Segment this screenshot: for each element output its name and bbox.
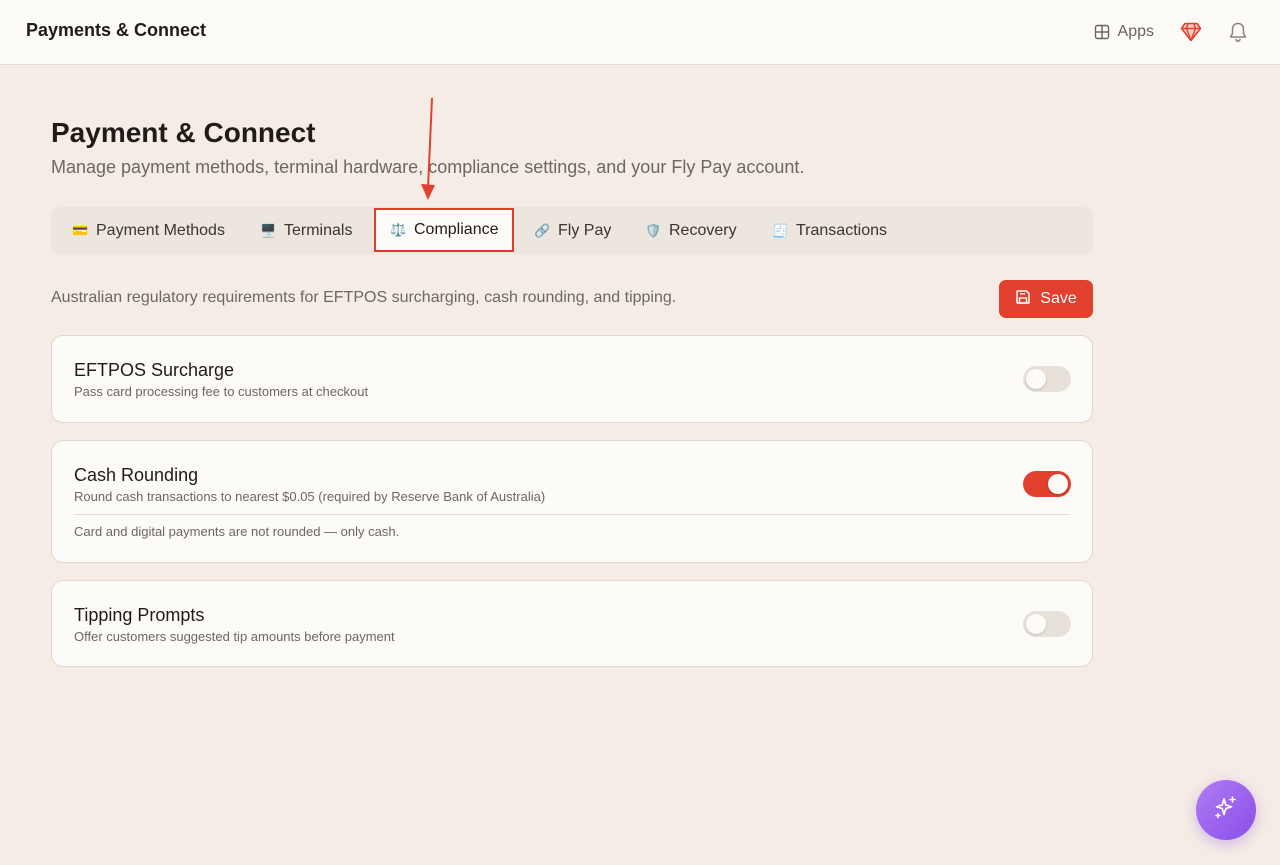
notifications-button[interactable] [1228,21,1248,43]
tab-label: Recovery [669,221,737,239]
tab-fly-pay[interactable]: 🔗 Fly Pay [534,207,611,254]
premium-button[interactable] [1180,22,1202,42]
setting-note: Card and digital payments are not rounde… [74,524,400,539]
cash-rounding-toggle[interactable] [1023,471,1071,497]
annotation-arrow [418,96,442,207]
setting-title: Cash Rounding [74,465,199,485]
toggle-knob [1026,369,1046,389]
ai-assistant-button[interactable] [1196,780,1256,840]
apps-label: Apps [1117,23,1154,40]
link-icon: 🔗 [534,222,551,238]
card-icon: 💳 [72,222,89,238]
setting-card-eftpos-surcharge: EFTPOS Surcharge Pass card processing fe… [51,335,1093,423]
scales-icon: ⚖️ [390,222,407,237]
tab-label: Fly Pay [558,221,612,239]
tab-label: Compliance [414,221,499,238]
bell-icon [1228,21,1248,43]
tab-label: Payment Methods [96,221,225,239]
setting-subtitle: Pass card processing fee to customers at… [74,384,369,399]
tab-label: Transactions [796,221,887,239]
save-button[interactable]: Save [999,280,1093,318]
page-title: Payment & Connect [51,117,316,148]
section-description: Australian regulatory requirements for E… [51,289,677,306]
setting-subtitle: Offer customers suggested tip amounts be… [74,629,395,644]
receipt-icon: 🧾 [772,222,789,238]
gem-icon [1180,22,1202,42]
app-title: Payments & Connect [26,20,207,40]
setting-card-cash-rounding: Cash Rounding Round cash transactions to… [51,440,1093,563]
top-bar: Payments & Connect Apps [0,0,1280,65]
card-divider [74,514,1070,515]
setting-title: EFTPOS Surcharge [74,360,235,380]
save-icon [1015,289,1031,310]
tab-label: Terminals [284,221,353,239]
tab-transactions[interactable]: 🧾 Transactions [772,207,887,254]
tab-payment-methods[interactable]: 💳 Payment Methods [72,207,225,254]
grid-icon [1094,24,1110,40]
eftpos-surcharge-toggle[interactable] [1023,366,1071,392]
tab-compliance[interactable]: ⚖️ Compliance [374,208,515,252]
tab-recovery[interactable]: 🛡️ Recovery [645,207,737,254]
shield-icon: 🛡️ [645,222,662,238]
tab-terminals[interactable]: 🖥️ Terminals [260,207,352,254]
setting-subtitle: Round cash transactions to nearest $0.05… [74,489,546,504]
apps-button[interactable]: Apps [1094,23,1154,41]
top-actions: Apps [1094,18,1248,46]
save-label: Save [1040,290,1077,307]
tab-bar: 💳 Payment Methods 🖥️ Terminals ⚖️ Compli… [51,207,1093,254]
setting-card-tipping-prompts: Tipping Prompts Offer customers suggeste… [51,580,1093,667]
setting-title: Tipping Prompts [74,605,205,625]
sparkles-icon [1212,794,1240,827]
toggle-knob [1026,614,1046,634]
toggle-knob [1048,474,1068,494]
tipping-prompts-toggle[interactable] [1023,611,1071,637]
desktop-icon: 🖥️ [260,222,277,238]
